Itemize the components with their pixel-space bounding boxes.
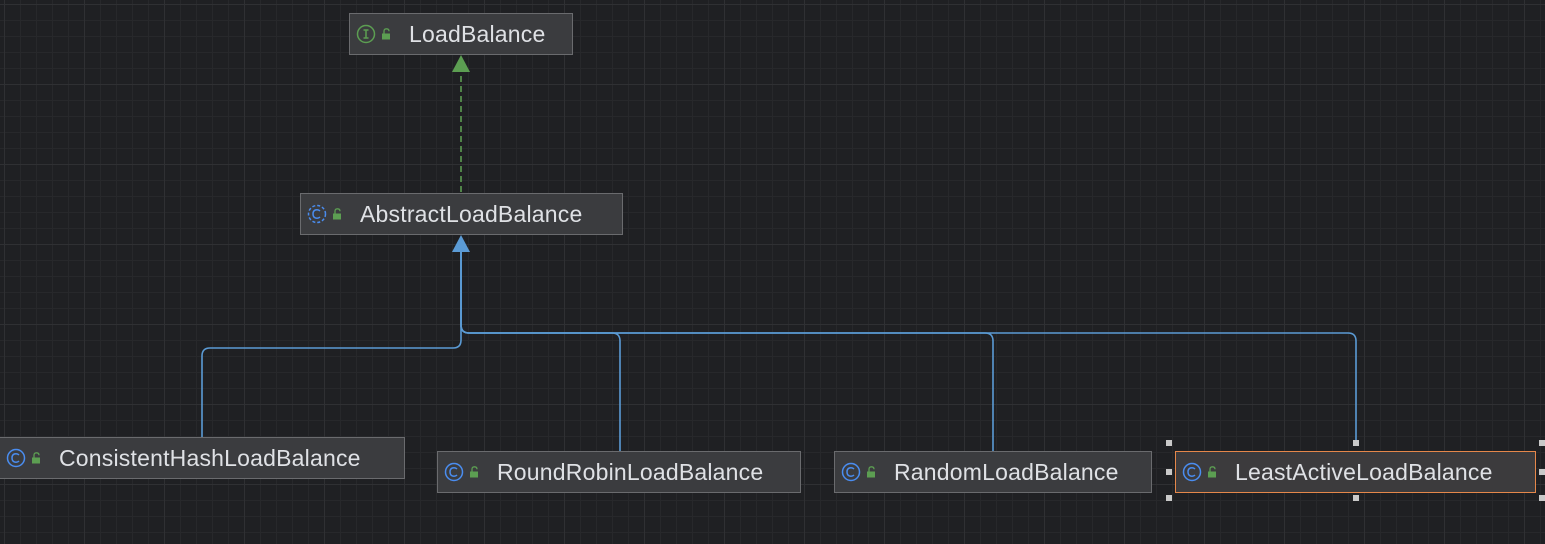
node-loadbalance[interactable]: LoadBalance bbox=[349, 13, 573, 55]
edge-extends-roundrobin bbox=[460, 252, 621, 451]
abstract-class-icon bbox=[307, 204, 327, 224]
public-lock-icon bbox=[333, 208, 341, 220]
edge-implements-abstract-to-loadbalance bbox=[452, 55, 470, 192]
implements-arrowhead bbox=[452, 55, 470, 72]
node-label: AbstractLoadBalance bbox=[360, 200, 583, 227]
class-icon bbox=[444, 462, 464, 482]
edge-extends-random bbox=[460, 252, 994, 451]
resize-handle-middle-left[interactable] bbox=[1166, 469, 1172, 475]
public-lock-icon bbox=[1208, 466, 1216, 478]
resize-handle-top-center[interactable] bbox=[1353, 440, 1359, 446]
class-icon bbox=[1182, 462, 1202, 482]
node-label: LoadBalance bbox=[409, 20, 546, 47]
node-roundrobinloadbalance[interactable]: RoundRobinLoadBalance bbox=[437, 451, 801, 493]
node-label: RandomLoadBalance bbox=[894, 458, 1119, 485]
public-lock-icon bbox=[32, 452, 40, 464]
public-lock-icon bbox=[867, 466, 875, 478]
resize-handle-bottom-right[interactable] bbox=[1539, 495, 1545, 501]
resize-handle-middle-right[interactable] bbox=[1539, 469, 1545, 475]
class-icon bbox=[6, 448, 26, 468]
resize-handle-top-right[interactable] bbox=[1539, 440, 1545, 446]
edge-extends-consistenthash bbox=[201, 252, 462, 437]
node-label: RoundRobinLoadBalance bbox=[497, 458, 764, 485]
class-icon bbox=[841, 462, 861, 482]
extends-arrowhead bbox=[452, 235, 470, 252]
public-lock-icon bbox=[382, 28, 390, 40]
node-consistenthashloadbalance[interactable]: ConsistentHashLoadBalance bbox=[0, 437, 405, 479]
node-label: ConsistentHashLoadBalance bbox=[59, 444, 361, 471]
resize-handle-bottom-left[interactable] bbox=[1166, 495, 1172, 501]
node-abstractloadbalance[interactable]: AbstractLoadBalance bbox=[300, 193, 623, 235]
resize-handle-bottom-center[interactable] bbox=[1353, 495, 1359, 501]
node-randomloadbalance[interactable]: RandomLoadBalance bbox=[834, 451, 1152, 493]
public-lock-icon bbox=[470, 466, 478, 478]
node-label: LeastActiveLoadBalance bbox=[1235, 458, 1493, 485]
uml-class-diagram[interactable]: LoadBalance AbstractLoadBalance Consiste… bbox=[0, 0, 1545, 544]
node-leastactiveloadbalance[interactable]: LeastActiveLoadBalance bbox=[1175, 451, 1536, 493]
edge-extends-leastactive bbox=[460, 252, 1357, 443]
resize-handle-top-left[interactable] bbox=[1166, 440, 1172, 446]
interface-icon bbox=[356, 24, 376, 44]
